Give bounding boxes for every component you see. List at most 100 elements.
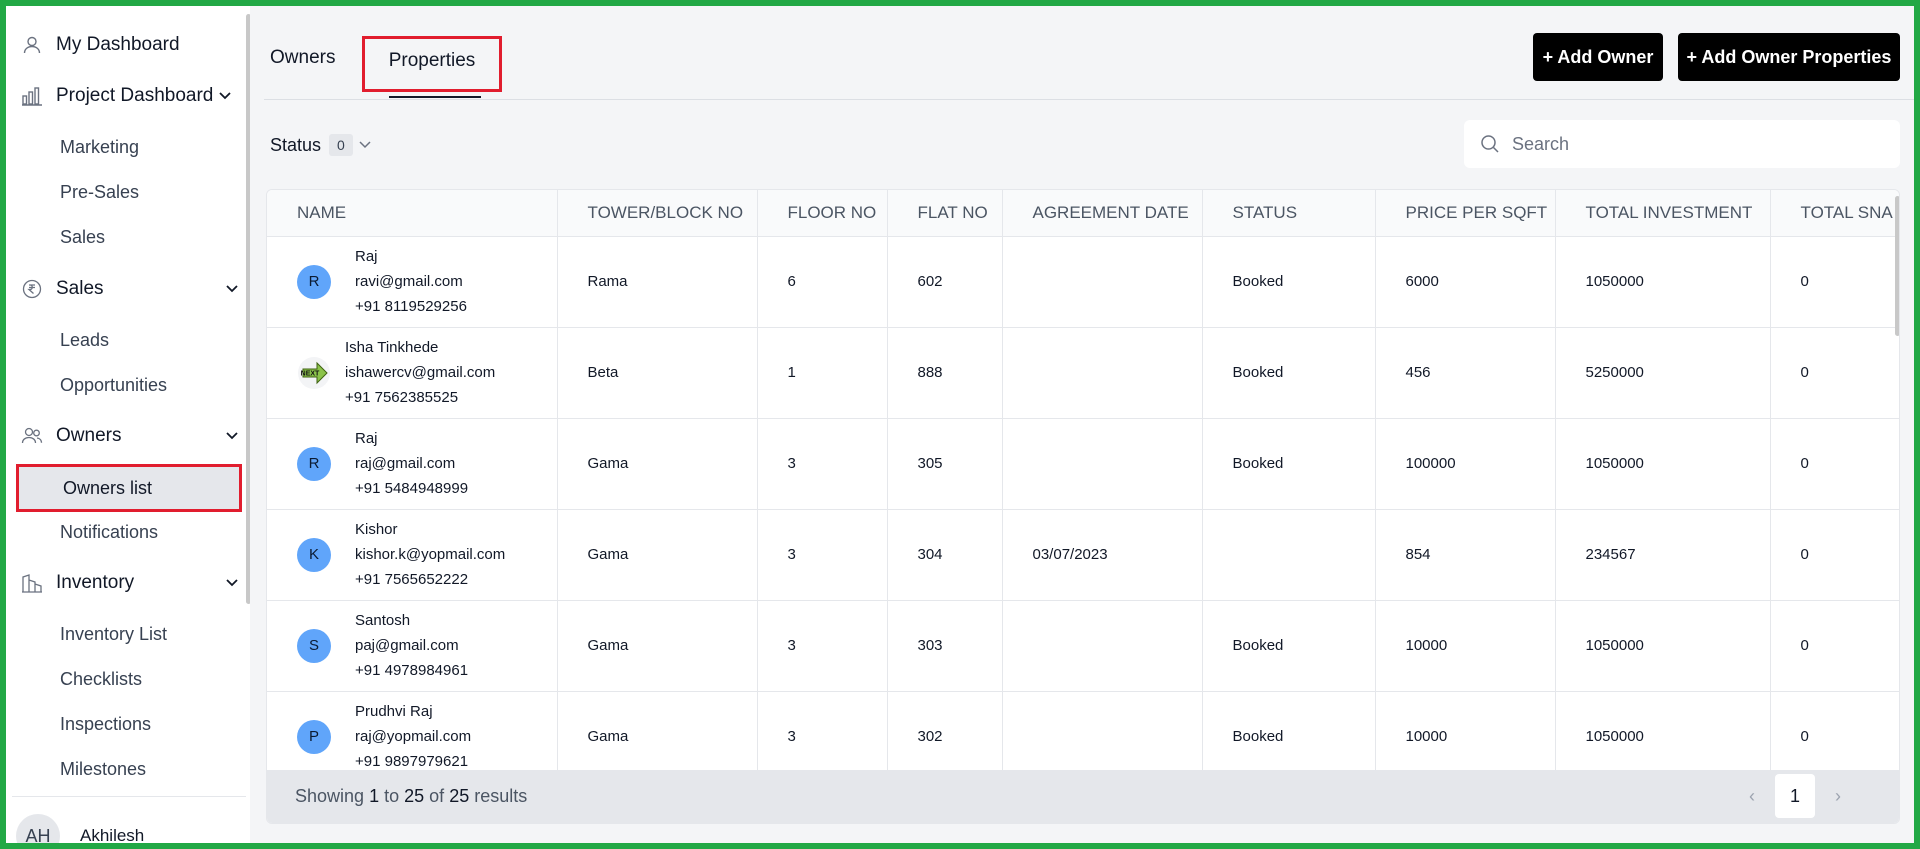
cell-investment: 1050000 <box>1555 691 1771 783</box>
cell-price: 10000 <box>1375 600 1556 692</box>
owner-phone: +91 5484948999 <box>355 480 469 497</box>
cell-flat: 304 <box>887 509 1003 601</box>
cell-agreement-date <box>1002 418 1203 510</box>
cell-floor: 3 <box>757 509 888 601</box>
add-owner-button[interactable]: + Add Owner <box>1533 33 1663 81</box>
chevron-down-icon <box>359 141 371 149</box>
search-icon <box>1480 134 1500 154</box>
avatar: P <box>297 719 331 754</box>
search-input[interactable] <box>1512 133 1872 155</box>
cell-status <box>1202 509 1376 601</box>
cell-investment: 1050000 <box>1555 418 1771 510</box>
table-row[interactable]: R Raj ravi@gmail.com +91 8119529256 Rama… <box>267 236 1899 328</box>
user-icon <box>20 33 44 57</box>
column-header-price[interactable]: PRICE PER SQFT <box>1375 190 1556 237</box>
add-owner-properties-button[interactable]: + Add Owner Properties <box>1678 33 1900 81</box>
sidebar-item-notifications[interactable]: Notifications <box>60 518 158 546</box>
sidebar-item-pre-sales[interactable]: Pre-Sales <box>60 178 139 206</box>
sidebar-item-milestones[interactable]: Milestones <box>60 755 146 783</box>
cell-tower: Gama <box>557 418 758 510</box>
sidebar-item-label: Project Dashboard <box>56 85 214 106</box>
chevron-left-icon[interactable]: ‹ <box>1733 774 1771 818</box>
cell-flat: 602 <box>887 236 1003 328</box>
table-row[interactable]: P Prudhvi Raj raj@yopmail.com +91 989797… <box>267 691 1899 783</box>
cell-floor: 3 <box>757 600 888 692</box>
cell-tower: Gama <box>557 600 758 692</box>
column-header-tower[interactable]: TOWER/BLOCK NO <box>557 190 758 237</box>
owner-email: raj@gmail.com <box>355 455 456 472</box>
tab-properties[interactable]: Properties <box>362 36 502 92</box>
avatar: K <box>297 537 331 572</box>
cell-total-sna: 0 <box>1770 327 1899 419</box>
table-scrollbar[interactable] <box>1895 196 1899 336</box>
sidebar-item-label: Owners <box>56 425 122 446</box>
sidebar-item-owners-list[interactable]: Owners list <box>16 464 242 512</box>
column-header-flat[interactable]: FLAT NO <box>887 190 1003 237</box>
cell-price: 100000 <box>1375 418 1556 510</box>
sidebar-item-inventory-list[interactable]: Inventory List <box>60 620 167 648</box>
cell-agreement-date <box>1002 600 1203 692</box>
table-row[interactable]: NEXT Isha Tinkhede ishawercv@gmail.com +… <box>267 327 1899 419</box>
cell-status: Booked <box>1202 600 1376 692</box>
sidebar-item-owners[interactable]: Owners <box>20 421 240 451</box>
next-arrow-icon: NEXT <box>297 355 331 390</box>
column-header-status[interactable]: STATUS <box>1202 190 1376 237</box>
owner-email: raj@yopmail.com <box>355 728 472 745</box>
table-row[interactable]: R Raj raj@gmail.com +91 5484948999 Gama … <box>267 418 1899 510</box>
tab-owners[interactable]: Owners <box>270 42 335 74</box>
cell-investment: 5250000 <box>1555 327 1771 419</box>
chevron-right-icon[interactable]: › <box>1819 774 1857 818</box>
status-filter[interactable]: Status 0 <box>270 134 371 156</box>
cell-agreement-date <box>1002 236 1203 328</box>
sidebar-item-my-dashboard[interactable]: My Dashboard <box>20 30 240 60</box>
cell-status: Booked <box>1202 418 1376 510</box>
owner-phone: +91 8119529256 <box>355 298 467 315</box>
sidebar-item-inventory[interactable]: Inventory <box>20 568 240 598</box>
table-row[interactable]: S Santosh paj@gmail.com +91 4978984961 G… <box>267 600 1899 692</box>
sidebar-item-checklists[interactable]: Checklists <box>60 665 142 693</box>
tabs-divider <box>264 99 1914 100</box>
avatar: AH <box>16 814 60 843</box>
search-box[interactable] <box>1464 120 1900 168</box>
chevron-down-icon[interactable] <box>224 428 240 444</box>
cell-price: 10000 <box>1375 691 1556 783</box>
sidebar-item-label: My Dashboard <box>56 34 180 55</box>
cell-tower: Gama <box>557 691 758 783</box>
page-button-1[interactable]: 1 <box>1775 774 1815 818</box>
pagination-footer: Showing 1 to 25 of 25 results ‹ 1 › <box>267 770 1899 823</box>
cell-price: 854 <box>1375 509 1556 601</box>
cell-tower: Beta <box>557 327 758 419</box>
column-header-agreement-date[interactable]: AGREEMENT DATE <box>1002 190 1203 237</box>
chevron-down-icon[interactable] <box>224 281 240 297</box>
table-header-row: NAME TOWER/BLOCK NO FLOOR NO FLAT NO AGR… <box>267 190 1899 237</box>
column-header-total-sna[interactable]: TOTAL SNA <box>1770 190 1899 237</box>
column-header-investment[interactable]: TOTAL INVESTMENT <box>1555 190 1771 237</box>
cell-price: 456 <box>1375 327 1556 419</box>
cell-investment: 1050000 <box>1555 600 1771 692</box>
sidebar-item-inspections[interactable]: Inspections <box>60 710 151 738</box>
avatar: R <box>297 264 331 299</box>
column-header-name[interactable]: NAME <box>267 190 558 237</box>
chevron-down-icon[interactable] <box>224 575 240 591</box>
user-profile[interactable]: AH Akhilesh <box>16 814 144 843</box>
properties-table: NAME TOWER/BLOCK NO FLOOR NO FLAT NO AGR… <box>266 189 1900 824</box>
bar-chart-icon <box>20 84 44 108</box>
cell-total-sna: 0 <box>1770 418 1899 510</box>
cell-agreement-date: 03/07/2023 <box>1002 509 1203 601</box>
owner-phone: +91 4978984961 <box>355 662 469 679</box>
sidebar-item-sales-sub[interactable]: Sales <box>60 223 105 251</box>
rupee-icon <box>20 277 44 301</box>
owner-phone: +91 7565652222 <box>355 571 469 588</box>
column-header-floor[interactable]: FLOOR NO <box>757 190 888 237</box>
cell-floor: 1 <box>757 327 888 419</box>
sidebar-item-opportunities[interactable]: Opportunities <box>60 371 167 399</box>
owner-name: Isha Tinkhede <box>345 339 439 356</box>
table-row[interactable]: K Kishor kishor.k@yopmail.com +91 756565… <box>267 509 1899 601</box>
sidebar-item-marketing[interactable]: Marketing <box>60 133 139 161</box>
sidebar-item-sales[interactable]: Sales <box>20 274 240 304</box>
chevron-down-icon[interactable] <box>217 88 233 104</box>
sidebar-item-project-dashboard[interactable]: Project Dashboard <box>20 81 240 111</box>
cell-status: Booked <box>1202 691 1376 783</box>
owner-email: ravi@gmail.com <box>355 273 463 290</box>
sidebar-item-leads[interactable]: Leads <box>60 326 109 354</box>
